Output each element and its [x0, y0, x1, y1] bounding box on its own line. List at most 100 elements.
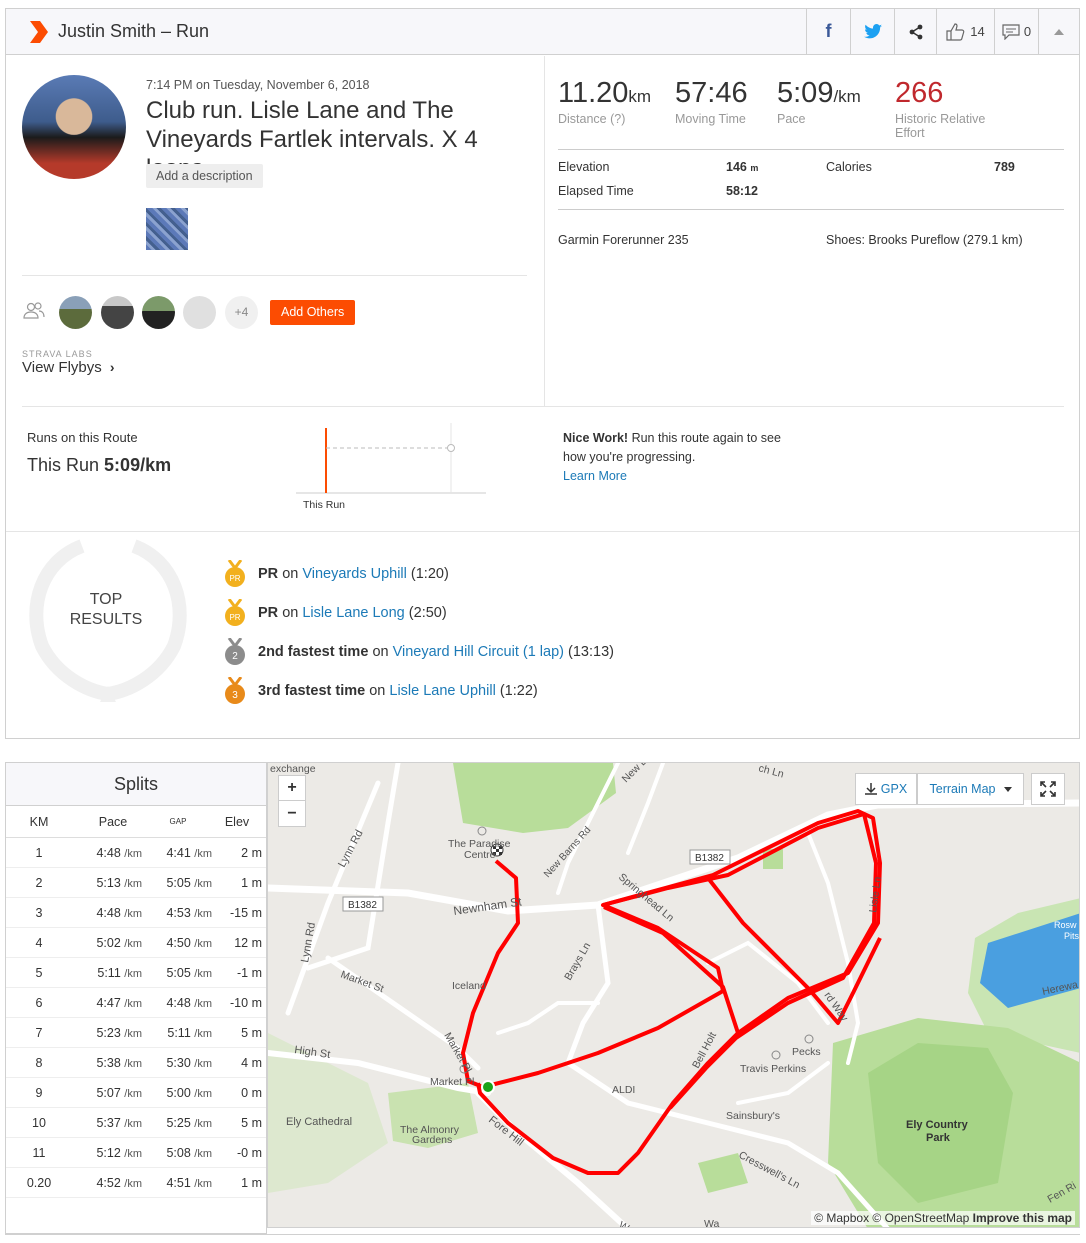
split-elev: 1 m — [212, 876, 262, 890]
split-gap-unit: /km — [194, 1177, 212, 1190]
split-pace-unit: /km — [124, 967, 142, 980]
collapse-button[interactable] — [1038, 9, 1079, 54]
achievement-2-on: on — [282, 605, 299, 621]
split-gap-unit: /km — [194, 1147, 212, 1160]
split-elev-value: -15 — [230, 905, 249, 920]
athlete-avatar-1[interactable] — [59, 296, 92, 329]
add-others-button[interactable]: Add Others — [270, 300, 356, 325]
split-pace-value: 4:48 — [96, 905, 121, 920]
split-row[interactable]: 1 4:48 /km 4:41 /km 2 m — [6, 838, 266, 868]
divider — [22, 275, 527, 276]
split-pace-unit: /km — [124, 1057, 142, 1070]
top-results-heading: TOP RESULTS — [69, 591, 143, 628]
split-row[interactable]: 3 4:48 /km 4:53 /km -15 m — [6, 898, 266, 928]
split-row[interactable]: 10 5:37 /km 5:25 /km 5 m — [6, 1108, 266, 1138]
split-gap: 5:05 /km — [142, 966, 212, 980]
label-cresswells: Cresswell's Ln — [737, 1149, 802, 1191]
add-description-button[interactable]: Add a description — [146, 164, 263, 188]
label-brays: Brays Ln — [562, 940, 593, 982]
bottom-divider — [5, 1234, 1080, 1235]
split-row[interactable]: 6 4:47 /km 4:48 /km -10 m — [6, 988, 266, 1018]
split-pace-value: 5:13 — [96, 875, 121, 890]
split-gap-value: 4:51 — [166, 1175, 191, 1190]
view-flybys-link[interactable]: View Flybys › — [22, 359, 115, 376]
chevron-right-icon: › — [109, 359, 115, 375]
pace-stat: 5:09/km Pace — [777, 77, 861, 126]
elapsed-time-value: 58:12 — [726, 184, 758, 198]
label-lynn-rd: Lynn Rd — [336, 828, 366, 869]
split-elev-value: 5 — [241, 1025, 249, 1040]
split-elev-unit: m — [251, 1175, 262, 1190]
zoom-out-button[interactable]: − — [279, 801, 305, 827]
achievement-3-time: (13:13) — [568, 644, 614, 660]
athlete-avatar-2[interactable] — [101, 296, 134, 329]
activity-datetime: 7:14 PM on Tuesday, November 6, 2018 — [146, 78, 370, 92]
split-gap: 5:00 /km — [142, 1086, 212, 1100]
split-row[interactable]: 0.20 4:52 /km 4:51 /km 1 m — [6, 1168, 266, 1198]
achievement-1-segment[interactable]: Vineyards Uphill — [302, 566, 407, 582]
achievement-1-time: (1:20) — [410, 566, 449, 582]
athlete-avatar-4[interactable] — [183, 296, 216, 329]
split-pace: 4:52 /km — [72, 1176, 142, 1190]
map-canvas[interactable]: exchange New L ch Ln Lynn Rd Lynn Rd The… — [268, 763, 1080, 1228]
relative-effort-label: Historic Relative Effort — [895, 112, 986, 140]
split-elev-unit: m — [251, 1115, 262, 1130]
split-row[interactable]: 11 5:12 /km 5:08 /km -0 m — [6, 1138, 266, 1168]
comments-button[interactable]: 0 — [994, 9, 1038, 54]
b1382-shield-text: B1382 — [348, 900, 377, 911]
split-pace-unit: /km — [124, 1177, 142, 1190]
split-elev-value: -0 — [236, 1145, 249, 1160]
moving-time-stat: 57:46 Moving Time — [675, 77, 748, 126]
athlete-avatar-3[interactable] — [142, 296, 175, 329]
strava-labs-label: STRAVA LABS — [22, 349, 93, 359]
label-rosw: Rosw — [1054, 920, 1077, 930]
zoom-in-button[interactable]: + — [279, 775, 305, 801]
split-row[interactable]: 5 5:11 /km 5:05 /km -1 m — [6, 958, 266, 988]
split-pace-unit: /km — [124, 1087, 142, 1100]
caret-up-icon — [1054, 28, 1064, 35]
split-row[interactable]: 7 5:23 /km 5:11 /km 5 m — [6, 1018, 266, 1048]
split-row[interactable]: 9 5:07 /km 5:00 /km 0 m — [6, 1078, 266, 1108]
split-row[interactable]: 2 5:13 /km 5:05 /km 1 m — [6, 868, 266, 898]
route-map[interactable]: exchange New L ch Ln Lynn Rd Lynn Rd The… — [267, 762, 1080, 1228]
split-pace-unit: /km — [124, 1117, 142, 1130]
more-athletes-count[interactable]: +4 — [225, 296, 258, 329]
split-pace-unit: /km — [124, 997, 142, 1010]
gpx-download-button[interactable]: GPX — [855, 773, 917, 805]
split-elev-unit: m — [251, 1025, 262, 1040]
svg-text:3: 3 — [232, 690, 238, 701]
split-gap: 5:30 /km — [142, 1056, 212, 1070]
improve-map-link[interactable]: Improve this map — [973, 1211, 1072, 1225]
photo-thumbnail[interactable] — [146, 208, 188, 250]
fullscreen-button[interactable] — [1031, 773, 1065, 805]
b1382-shield-2-text: B1382 — [695, 853, 724, 864]
athlete-avatar[interactable] — [22, 75, 126, 179]
split-gap: 4:48 /km — [142, 996, 212, 1010]
achievement-4-segment[interactable]: Lisle Lane Uphill — [389, 683, 495, 699]
kudos-button[interactable]: 14 — [936, 9, 994, 54]
terrain-map-dropdown[interactable]: Terrain Map — [917, 773, 1024, 805]
this-run-prefix: This Run — [27, 455, 100, 475]
splits-panel: Splits KM Pace GAP Elev 1 4:48 /km 4:41 /k… — [5, 762, 267, 1234]
split-pace-value: 4:48 — [96, 845, 121, 860]
relative-effort-stat[interactable]: 266 Historic Relative Effort — [895, 77, 1005, 140]
facebook-share-button[interactable]: f — [806, 9, 850, 54]
split-row[interactable]: 4 5:02 /km 4:50 /km 12 m — [6, 928, 266, 958]
share-button[interactable] — [894, 9, 936, 54]
achievement-4-on: on — [369, 683, 386, 699]
stats-divider — [558, 149, 1064, 150]
park-area — [453, 763, 616, 833]
learn-more-link[interactable]: Learn More — [563, 469, 627, 483]
achievement-2-segment[interactable]: Lisle Lane Long — [302, 605, 404, 621]
split-row[interactable]: 8 5:38 /km 5:30 /km 4 m — [6, 1048, 266, 1078]
twitter-share-button[interactable] — [850, 9, 894, 54]
achievement-2-time: (2:50) — [408, 605, 447, 621]
runs-on-route-label: Runs on this Route — [27, 430, 138, 445]
section-divider — [22, 406, 1064, 407]
split-gap: 4:51 /km — [142, 1176, 212, 1190]
split-gap-value: 5:11 — [167, 1025, 191, 1040]
distance-label[interactable]: Distance (?) — [558, 112, 651, 126]
group-athletes-icon — [23, 302, 45, 319]
achievement-3-segment[interactable]: Vineyard Hill Circuit (1 lap) — [393, 644, 564, 660]
split-gap-unit: /km — [194, 1087, 212, 1100]
